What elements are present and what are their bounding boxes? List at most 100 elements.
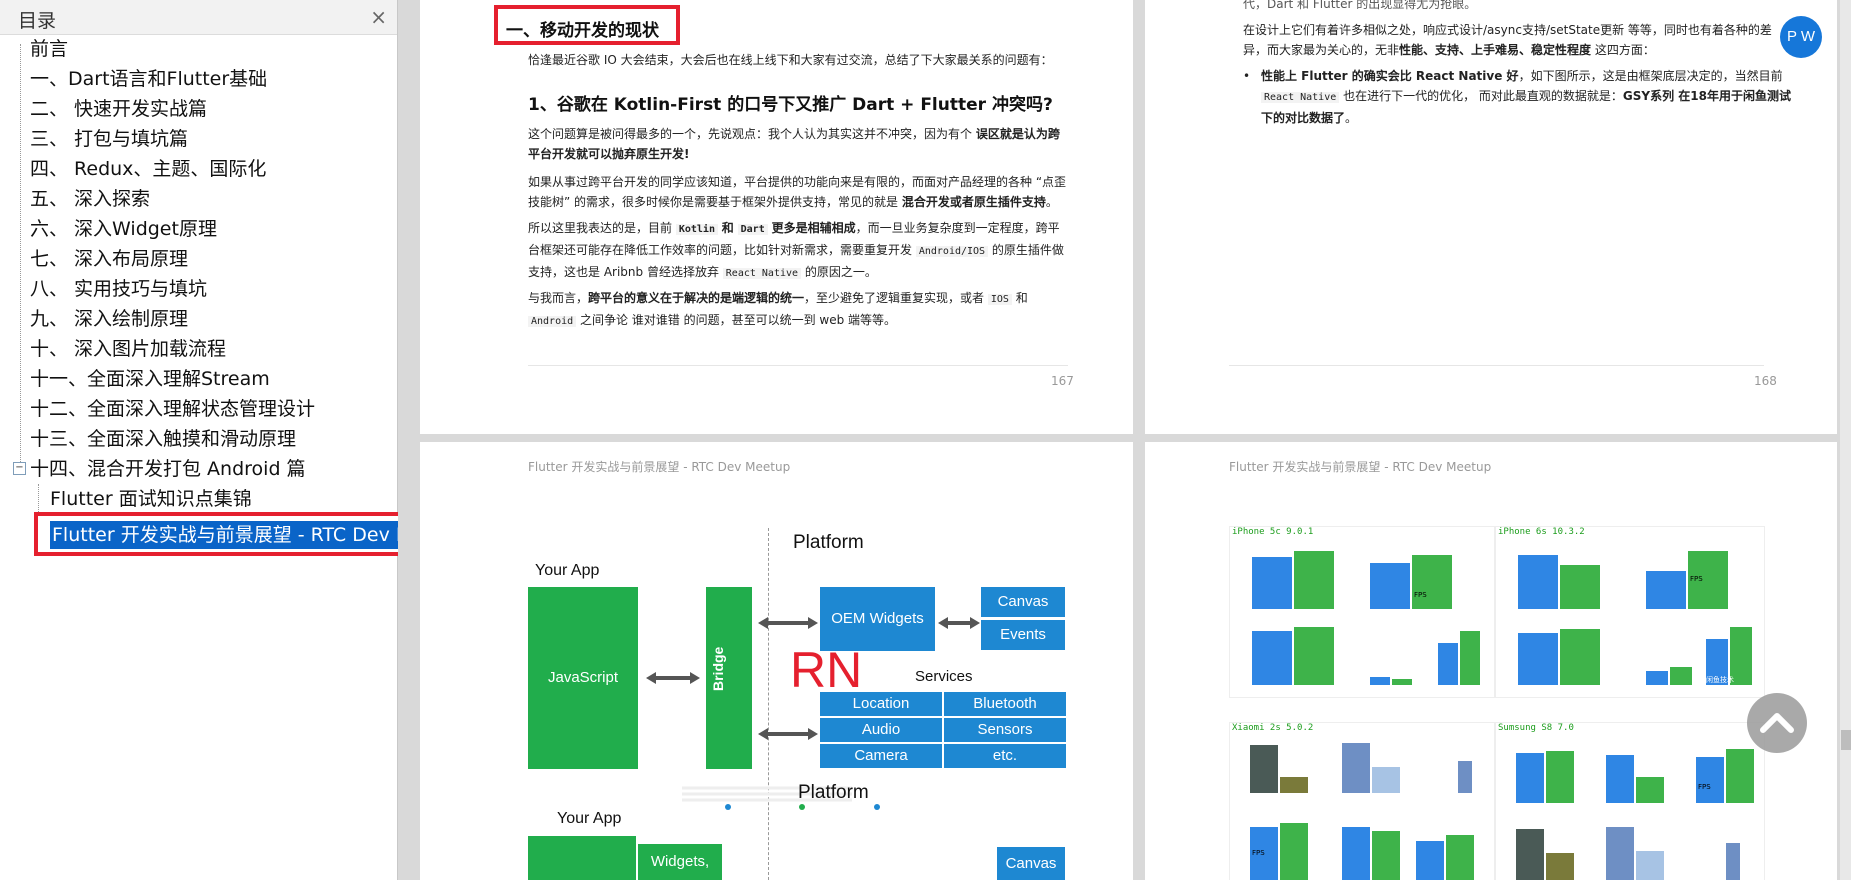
paragraph: 与我而言，跨平台的意义在于解决的是端逻辑的统一，至少避免了逻辑重复实现，或者 I… — [528, 291, 1028, 327]
tree-line — [20, 44, 21, 474]
chart-bar — [1438, 643, 1458, 685]
chart-bar — [1516, 829, 1544, 880]
app-block — [528, 836, 636, 880]
chart-bar — [1370, 563, 1410, 609]
toc-item[interactable]: 六、 深入Widget原理 — [30, 214, 217, 244]
paragraph: 代，Dart 和 Flutter 的出现显得尤为抢眼。 — [1243, 0, 1477, 11]
chart-bar — [1726, 843, 1740, 880]
fps-label: FPS — [1698, 783, 1711, 791]
running-header: Flutter 开发实战与前景展望 - RTC Dev Meetup — [1229, 460, 1492, 474]
page-170: Flutter 开发实战与前景展望 - RTC Dev Meetup iPhon… — [1145, 442, 1837, 880]
fps-label: FPS — [1414, 591, 1427, 599]
service-sensors: Sensors — [944, 718, 1066, 742]
toc-item[interactable]: 十、 深入图片加载流程 — [30, 334, 226, 364]
bridge-block: Bridge — [706, 587, 752, 769]
service-location: Location — [820, 692, 942, 716]
chart-bar — [1446, 835, 1474, 880]
toc-item[interactable]: 十三、全面深入触摸和滑动原理 — [30, 424, 296, 454]
collapse-icon[interactable]: − — [13, 462, 26, 475]
device-label: iPhone 6s 10.3.2 — [1498, 527, 1585, 537]
chart-bar — [1460, 631, 1480, 685]
pdf-word-icon[interactable]: P W — [1780, 16, 1822, 58]
toc-item[interactable]: 二、 快速开发实战篇 — [30, 94, 207, 124]
service-audio: Audio — [820, 718, 942, 742]
service-bluetooth: Bluetooth — [944, 692, 1066, 716]
chart-bar — [1646, 671, 1668, 685]
chart-thumbnail: Xiaomi 2s 5.0.2 FPS — [1229, 722, 1495, 880]
bridge-label: Bridge — [710, 646, 726, 691]
toc-item[interactable]: 十四、混合开发打包 Android 篇 — [30, 454, 306, 484]
close-icon[interactable]: × — [370, 5, 387, 29]
chart-bar — [1252, 631, 1292, 685]
divider — [528, 365, 1068, 366]
chart-bar — [1458, 761, 1472, 793]
chart-thumbnail: Sumsung S8 7.0 FPS — [1495, 722, 1765, 880]
chart-bar — [1518, 555, 1558, 609]
service-camera: Camera — [820, 744, 942, 768]
arrow-icon — [758, 615, 818, 629]
toc-item[interactable]: 九、 深入绘制原理 — [30, 304, 188, 334]
canvas-block: Canvas — [997, 847, 1065, 880]
chart-bar — [1280, 823, 1308, 880]
page-number: 167 — [1051, 374, 1074, 388]
chart-bar — [1280, 777, 1308, 793]
chart-bar — [1416, 841, 1444, 880]
chart-bar — [1726, 749, 1754, 803]
chart-bar — [1670, 667, 1692, 685]
divider — [1229, 365, 1764, 366]
chart-bar — [1370, 677, 1390, 685]
document-viewer[interactable]: 一、移动开发的现状 恰逢最近谷歌 IO 大会结束，大会后也在线上线下和大家有过交… — [398, 0, 1851, 880]
running-header: Flutter 开发实战与前景展望 - RTC Dev Meetup — [528, 460, 791, 474]
canvas-block: Canvas — [981, 587, 1065, 617]
toc-item[interactable]: 十一、全面深入理解Stream — [30, 364, 270, 394]
chart-bar — [1636, 777, 1664, 803]
toc-item[interactable]: 十二、全面深入理解状态管理设计 — [30, 394, 315, 424]
chart-bar — [1560, 629, 1600, 685]
divider-dashed — [768, 528, 769, 880]
toc-item[interactable]: 前言 — [30, 34, 68, 64]
toc-header: 目录 × — [0, 0, 397, 35]
chart-bar — [1546, 853, 1574, 880]
device-label: iPhone 5c 9.0.1 — [1232, 527, 1314, 537]
toc-item[interactable]: 八、 实用技巧与填坑 — [30, 274, 207, 304]
paragraph: 所以这里我表达的是，目前 Kotlin 和 Dart 更多是相辅相成，而一旦业务… — [528, 221, 1064, 279]
toc-item[interactable]: 一、Dart语言和Flutter基础 — [30, 64, 267, 94]
chart-bar — [1636, 851, 1664, 880]
platform-label: Platform — [798, 782, 869, 803]
page-169: Flutter 开发实战与前景展望 - RTC Dev Meetup Platf… — [420, 442, 1133, 880]
chart-bar — [1606, 755, 1634, 803]
toc-subitem[interactable]: Flutter 面试知识点集锦 — [50, 484, 252, 514]
chart-bar — [1696, 757, 1724, 803]
scrollbar-thumb[interactable] — [1841, 730, 1851, 750]
bullet-item: 性能上 Flutter 的确实会比 React Native 好，如下图所示，这… — [1261, 69, 1791, 125]
chart-bar — [1252, 557, 1292, 609]
back-to-top-button[interactable] — [1747, 693, 1807, 753]
chart-bar — [1560, 565, 1600, 609]
toc-item[interactable]: 七、 深入布局原理 — [30, 244, 188, 274]
toc-selected-highlight[interactable]: Flutter 开发实战与前景展望 - RTC Dev Meetup — [34, 512, 416, 556]
toc-item[interactable]: 三、 打包与填坑篇 — [30, 124, 188, 154]
fps-label: FPS — [1252, 849, 1265, 857]
widgets-block: Widgets, — [638, 844, 722, 880]
chart-bar — [1518, 633, 1558, 685]
toc-item[interactable]: 五、 深入探索 — [30, 184, 150, 214]
toc-selected-item[interactable]: Flutter 开发实战与前景展望 - RTC Dev Meetup — [50, 521, 400, 549]
javascript-block: JavaScript — [528, 587, 638, 769]
section-heading: 一、移动开发的现状 — [506, 21, 659, 41]
heading-highlight: 一、移动开发的现状 — [494, 5, 680, 45]
platform-label: Platform — [793, 532, 864, 553]
events-block: Events — [981, 620, 1065, 650]
watermark: 闲鱼技术 — [1706, 676, 1734, 684]
chart-bar — [1392, 679, 1412, 685]
device-label: Xiaomi 2s 5.0.2 — [1232, 723, 1314, 733]
chart-bar — [1412, 555, 1452, 609]
services-label: Services — [915, 668, 973, 685]
chart-bar — [1250, 745, 1278, 793]
chart-bar — [1646, 571, 1686, 609]
chart-bar — [1294, 551, 1334, 609]
toc-item[interactable]: 四、 Redux、主题、国际化 — [30, 154, 266, 184]
arrow-icon — [758, 726, 818, 740]
toc-title: 目录 — [18, 10, 57, 32]
arrow-icon — [646, 672, 700, 684]
arrow-icon — [938, 615, 980, 629]
